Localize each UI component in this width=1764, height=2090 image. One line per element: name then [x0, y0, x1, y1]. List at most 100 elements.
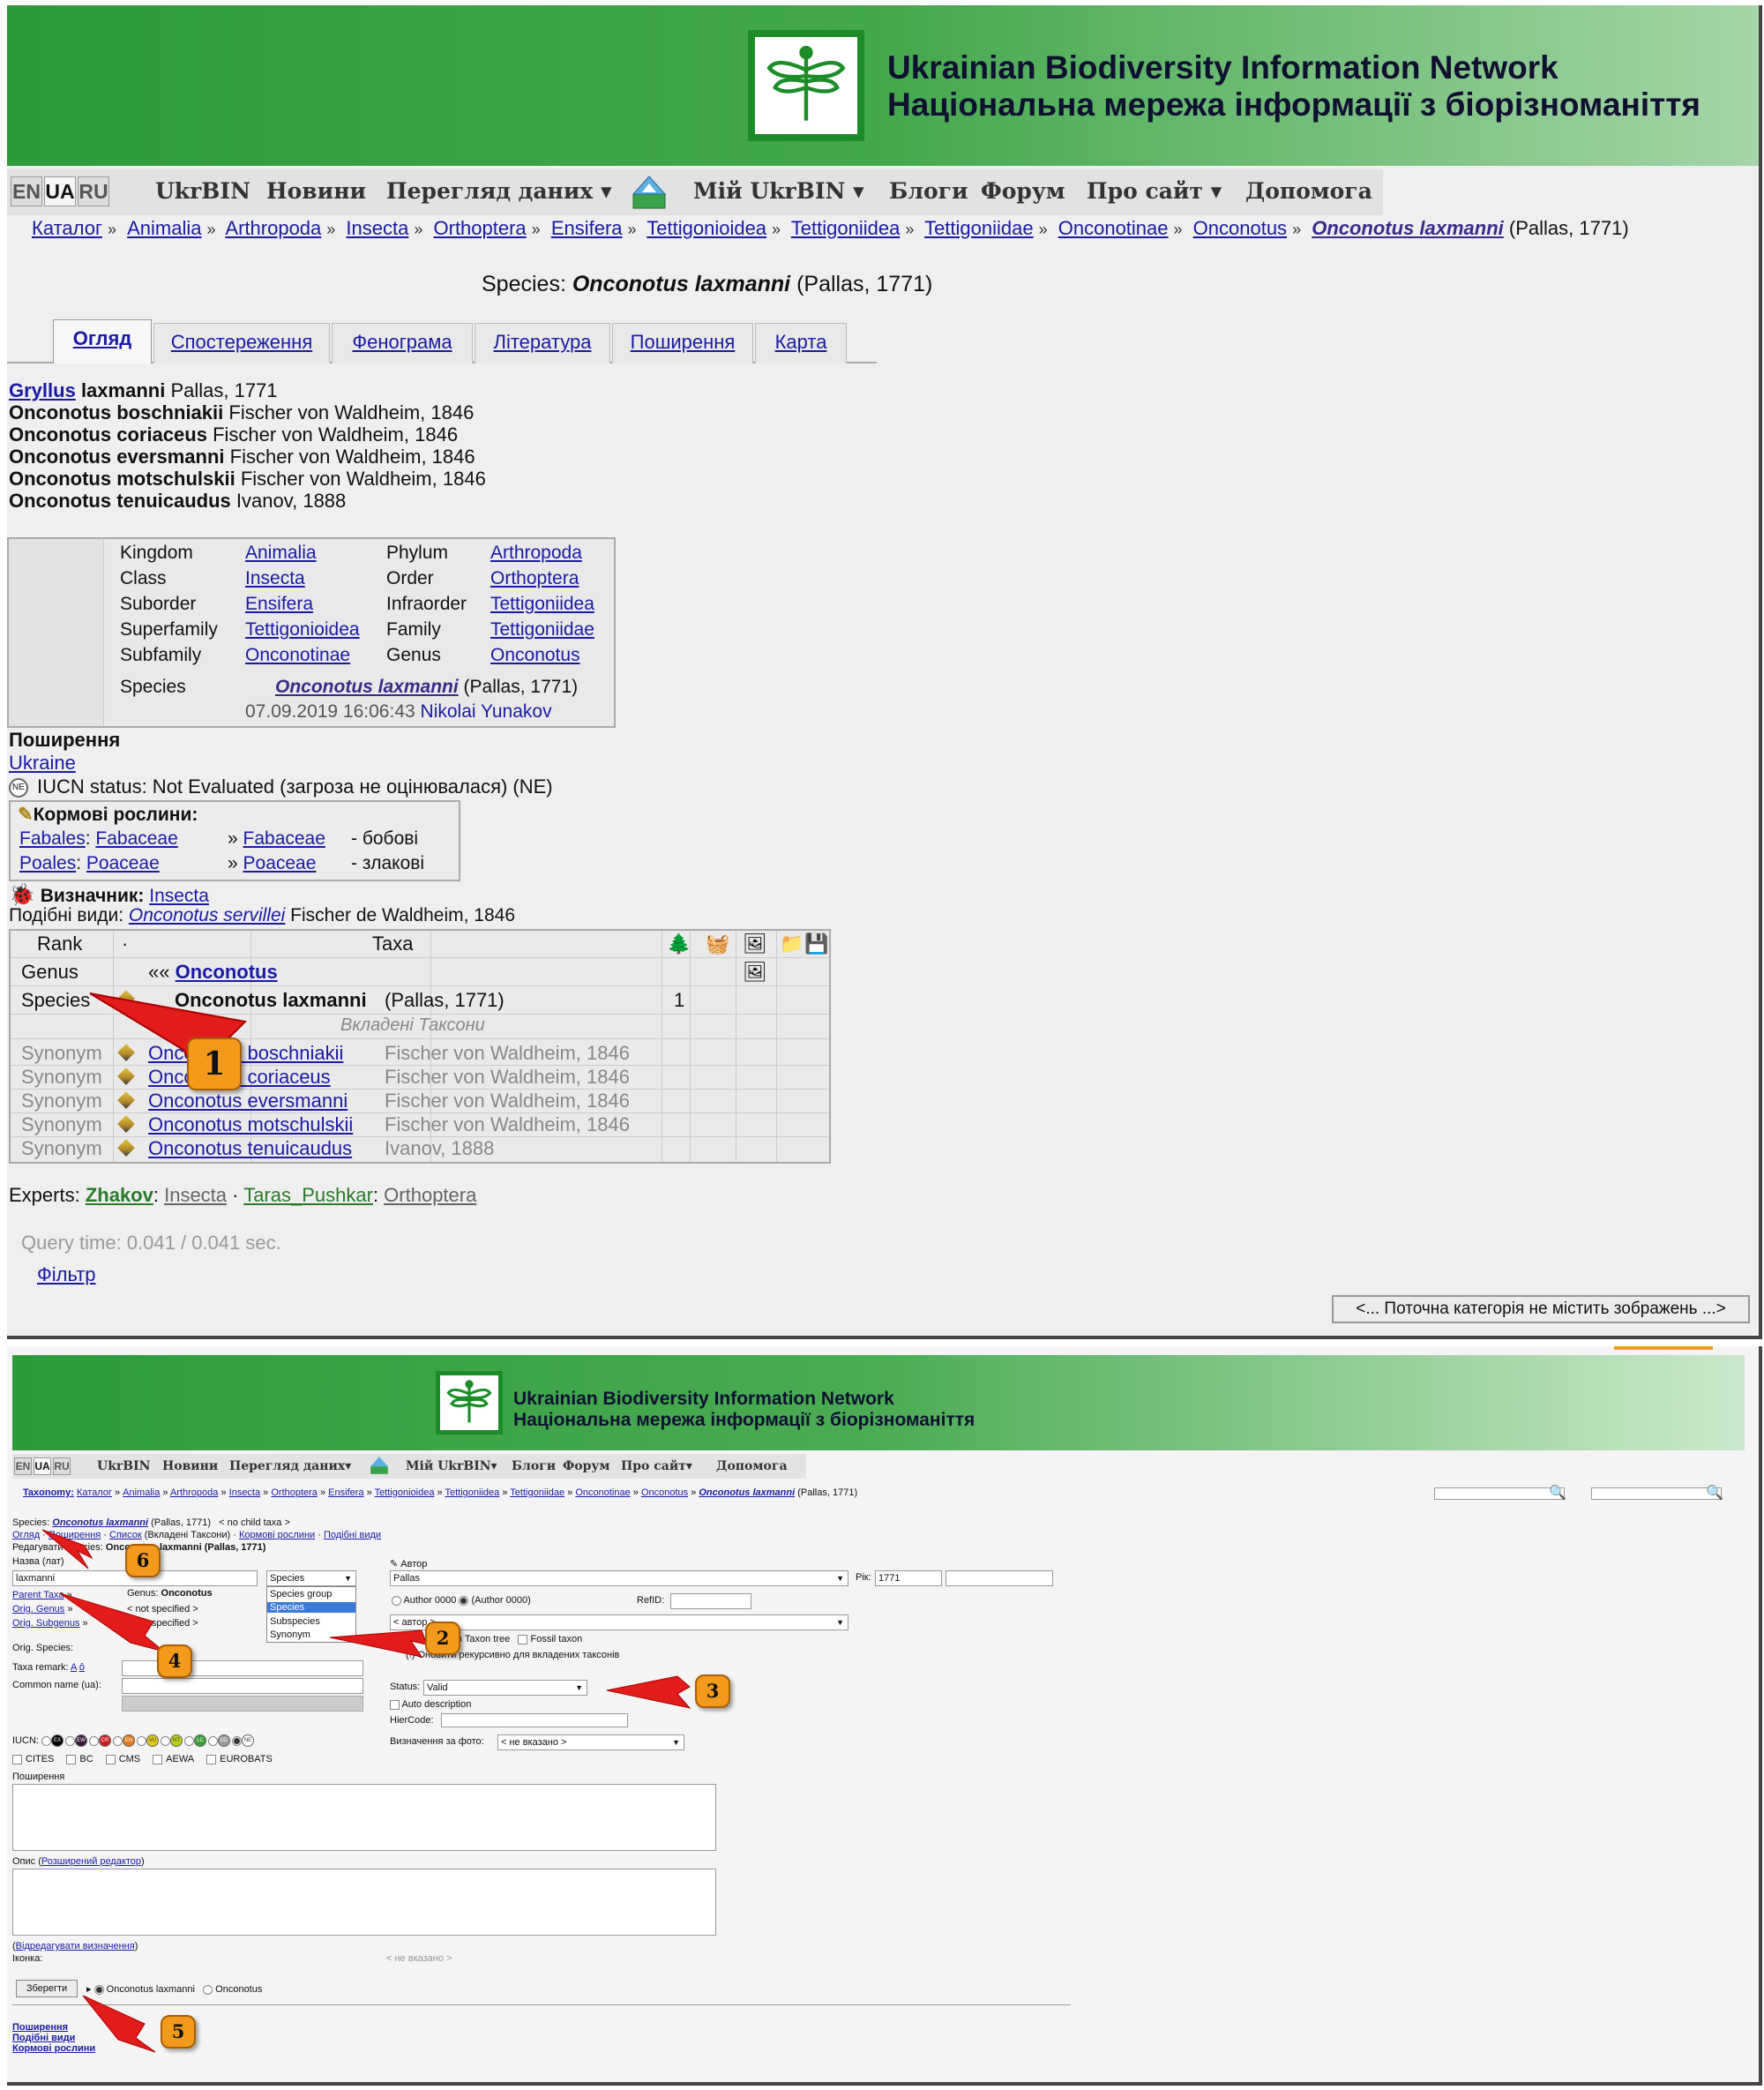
- distribution-ukraine-link[interactable]: Ukraine: [9, 752, 76, 775]
- search-icon[interactable]: 🔍: [1706, 1484, 1723, 1502]
- crumb-catalog[interactable]: Каталог: [32, 217, 102, 239]
- nav-help[interactable]: Допомога: [1245, 178, 1372, 204]
- tab-observations[interactable]: Спостереження: [153, 323, 330, 363]
- class-rank-label: Superfamily: [120, 619, 218, 640]
- class-rank-link[interactable]: Arthropoda: [490, 543, 582, 564]
- key-link[interactable]: Insecta: [149, 886, 209, 906]
- class-rank-link[interactable]: Tettigonioidea: [245, 619, 360, 640]
- class-species-link[interactable]: Onconotus laxmanni: [275, 677, 459, 697]
- dragonfly-logo-icon[interactable]: [748, 30, 864, 141]
- key-label: Визначник:: [40, 886, 145, 906]
- tab-literature[interactable]: Література: [475, 323, 610, 363]
- tab-map[interactable]: Карта: [755, 323, 847, 363]
- crumb-superfamily[interactable]: Tettigonioidea: [647, 217, 766, 239]
- crumb-order[interactable]: Orthoptera: [434, 217, 527, 239]
- annotation-arrows: [41, 1529, 691, 2053]
- tab-phenogram[interactable]: Фенограма: [332, 323, 473, 363]
- lang-ru-button[interactable]: RU: [78, 176, 109, 206]
- crumb-suborder[interactable]: Ensifera: [551, 217, 623, 239]
- crumb-infraorder[interactable]: Tettigoniidea: [791, 217, 901, 239]
- food-plant-family[interactable]: Poaceae: [86, 853, 160, 873]
- save-disk-icon[interactable]: 💾: [804, 933, 828, 955]
- class-rank-link[interactable]: Onconotus: [490, 645, 580, 666]
- tree-icon[interactable]: 🌲: [667, 933, 691, 955]
- class-rank-link[interactable]: Ensifera: [245, 594, 313, 615]
- crumb-family[interactable]: Tettigoniidae: [924, 217, 1034, 239]
- lang-ua-button[interactable]: UA: [44, 176, 76, 206]
- home-upload-icon[interactable]: [630, 175, 669, 210]
- synonym-item: Onconotus motschulskii Fischer von Waldh…: [9, 468, 486, 490]
- tab-distribution[interactable]: Поширення: [612, 323, 753, 363]
- genus-link[interactable]: Onconotus: [176, 961, 278, 983]
- search-input-2[interactable]: [1591, 1487, 1722, 1500]
- tab-overview[interactable]: Огляд: [53, 319, 152, 363]
- food-plant-order[interactable]: Fabales: [19, 828, 86, 849]
- crumb-genus[interactable]: Onconotus: [1193, 217, 1287, 239]
- site-banner: Ukrainian Biodiversity Information Netwo…: [7, 5, 1759, 166]
- similar-label: Подібні види:: [9, 905, 124, 925]
- basket-icon[interactable]: 🧺: [706, 933, 729, 955]
- expert-link[interactable]: Zhakov: [86, 1184, 153, 1206]
- lang-en-button[interactable]: EN: [11, 176, 42, 206]
- crumb-phylum[interactable]: Arthropoda: [225, 217, 321, 239]
- crumb-species[interactable]: Onconotus laxmanni: [1312, 217, 1504, 239]
- class-rank-link[interactable]: Onconotinae: [245, 645, 350, 666]
- food-plant-family[interactable]: Fabaceae: [95, 828, 177, 849]
- class-user-link[interactable]: Nikolai Yunakov: [421, 701, 552, 722]
- food-plant-target-link[interactable]: Poaceae: [243, 853, 317, 873]
- image-icon[interactable]: 🖼: [743, 933, 767, 955]
- edit-pencil-icon[interactable]: [117, 1112, 135, 1135]
- chevron-down-icon: ▼: [836, 1574, 844, 1583]
- banner-title-en: Ukrainian Biodiversity Information Netwo…: [887, 49, 1558, 86]
- synonym-link[interactable]: Onconotus motschulskii: [148, 1113, 353, 1136]
- synonym-item: Onconotus boschniakii Fischer von Waldhe…: [9, 401, 486, 423]
- nav-about[interactable]: Про сайт ▾: [1087, 178, 1222, 204]
- class-rank-label: Infraorder: [386, 594, 467, 614]
- image-icon[interactable]: 🖼: [743, 961, 767, 984]
- nav-browse-data[interactable]: Перегляд даних ▾: [386, 178, 612, 204]
- year-input[interactable]: 1771: [875, 1570, 942, 1586]
- crumb-kingdom[interactable]: Animalia: [127, 217, 201, 239]
- folder-icon[interactable]: 📁: [780, 933, 804, 955]
- crumb-class[interactable]: Insecta: [346, 217, 408, 239]
- synonym-genus-link[interactable]: Gryllus: [9, 379, 76, 401]
- class-rank-label: Suborder: [120, 594, 197, 614]
- expert-taxon-link[interactable]: Orthoptera: [384, 1184, 476, 1206]
- title-prefix: Species:: [482, 272, 566, 296]
- nav-news[interactable]: Новини: [266, 178, 366, 204]
- year-extra-input[interactable]: [946, 1570, 1053, 1586]
- nav-forum[interactable]: Форум: [981, 178, 1065, 204]
- nav-blogs[interactable]: Блоги: [889, 178, 968, 204]
- class-rank-link[interactable]: Orthoptera: [490, 568, 579, 589]
- crumb-subfamily[interactable]: Onconotinae: [1058, 217, 1169, 239]
- food-plant-order[interactable]: Poales: [19, 853, 76, 873]
- species-count: 1: [674, 989, 685, 1011]
- year-label: Рік:: [856, 1572, 871, 1583]
- class-rank-link[interactable]: Tettigoniidae: [490, 619, 594, 640]
- similar-species-link[interactable]: Onconotus servillei: [129, 905, 285, 925]
- food-plant-target: » Poaceae: [228, 853, 317, 873]
- annotation-badge-1: 1: [187, 1038, 242, 1090]
- no-images-button[interactable]: <... Поточна категорія не містить зображ…: [1332, 1295, 1750, 1323]
- search-icon[interactable]: 🔍: [1549, 1484, 1566, 1502]
- nav-ukrbin[interactable]: UkrBIN: [155, 178, 250, 204]
- food-plants-title: Кормові рослини:: [33, 805, 198, 825]
- filter-link[interactable]: Фільтр: [37, 1263, 96, 1286]
- synonym-author: Fischer von Waldheim, 1846: [229, 446, 475, 468]
- class-rank-label: Subfamily: [120, 645, 202, 665]
- row-divider: [11, 957, 829, 958]
- class-rank-link[interactable]: Insecta: [245, 568, 305, 589]
- nav-my-ukrbin[interactable]: Мій UkrBIN ▾: [693, 178, 864, 204]
- search-input[interactable]: [1434, 1487, 1565, 1500]
- expert-taxon-link[interactable]: Insecta: [164, 1184, 227, 1206]
- synonym-author: Fischer von Waldheim, 1846: [385, 1042, 630, 1064]
- food-plant-target-link[interactable]: Fabaceae: [243, 828, 325, 849]
- class-rank-label: Genus: [386, 645, 441, 665]
- synonym-link[interactable]: Onconotus tenuicaudus: [148, 1137, 352, 1160]
- food-plant-row: Fabales: Fabaceae: [19, 828, 178, 849]
- class-rank-link[interactable]: Animalia: [245, 543, 317, 564]
- edit-pencil-icon[interactable]: [117, 1136, 135, 1159]
- expert-link[interactable]: Taras_Pushkar: [243, 1184, 373, 1206]
- synonym-author: Fischer von Waldheim, 1846: [228, 401, 475, 423]
- class-rank-link[interactable]: Tettigoniidea: [490, 594, 594, 615]
